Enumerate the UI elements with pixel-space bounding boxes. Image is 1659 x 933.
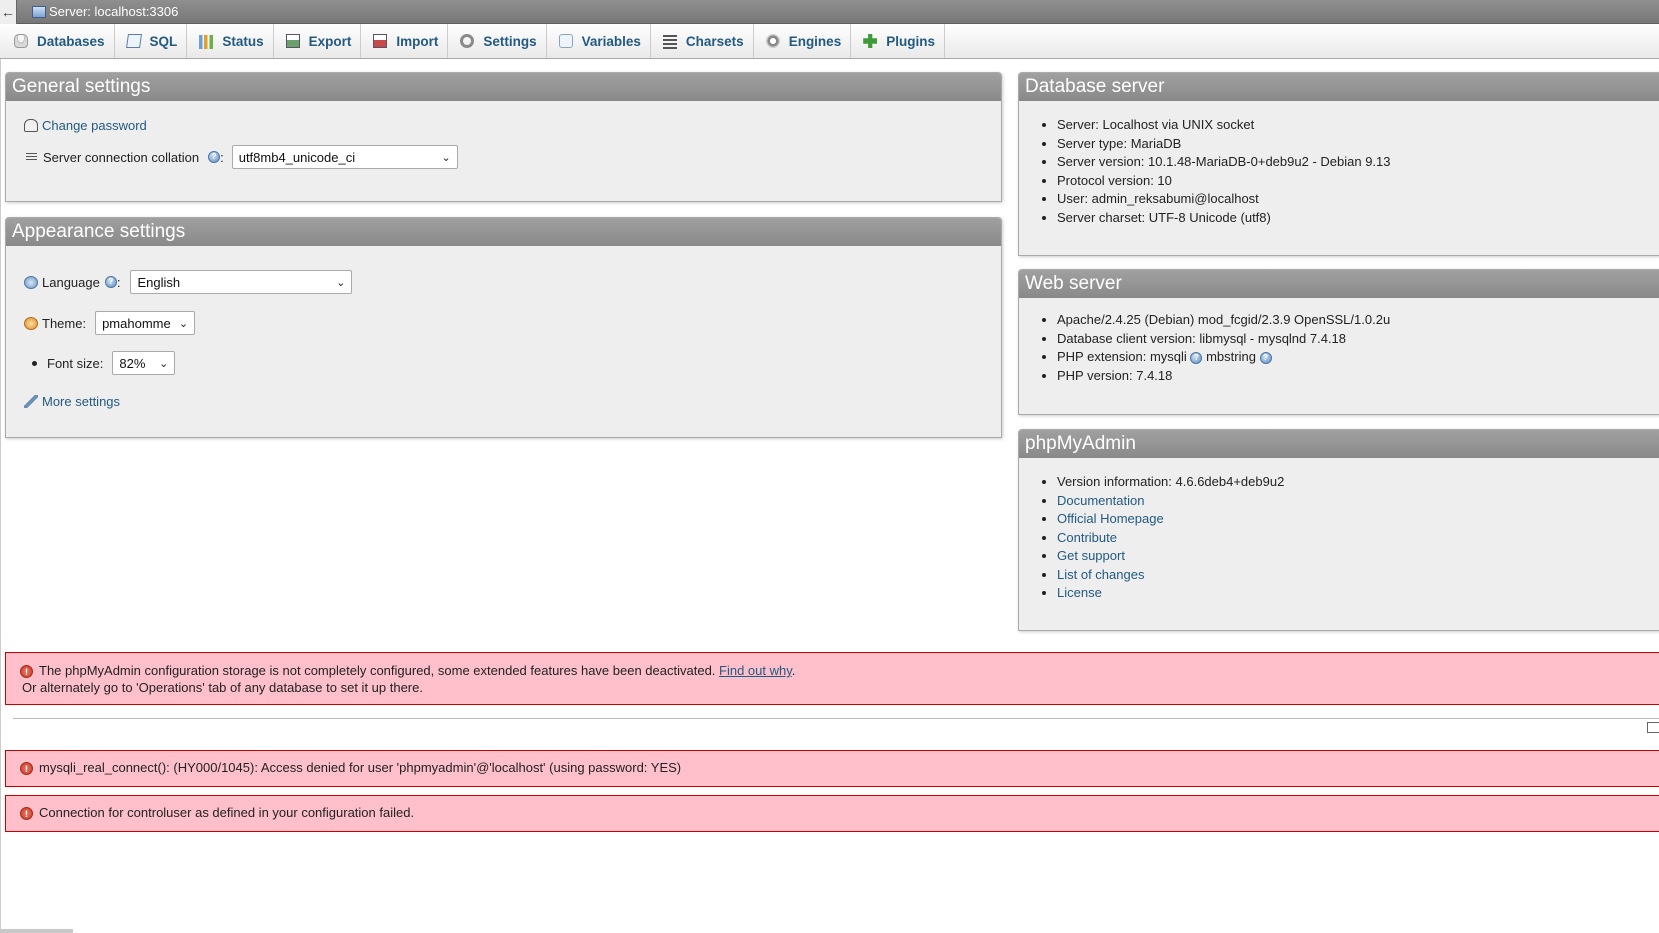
tab-status[interactable]: Status [187,24,274,58]
error-icon: ! [20,762,33,776]
language-select[interactable]: English ⌄ [130,270,353,294]
tab-export[interactable]: Export [274,24,362,58]
chevron-down-icon: ⌄ [441,151,451,164]
get-support-link[interactable]: Get support [1057,548,1125,563]
export-icon [285,34,300,48]
tab-import[interactable]: Import [361,24,449,58]
theme-icon [24,316,38,330]
horizontal-scrollbar[interactable] [0,929,73,933]
config-storage-error: ! The phpMyAdmin configuration storage is… [5,652,1659,705]
back-arrow-button[interactable]: ← [0,0,17,24]
list-item: PHP extension: mysqli ? mbstring ? [1057,348,1659,367]
variables-icon [558,34,573,48]
list-item: PHP version: 7.4.18 [1057,367,1659,386]
chevron-down-icon: ⌄ [159,357,169,370]
documentation-link[interactable]: Documentation [1057,493,1144,508]
tab-settings[interactable]: Settings [448,24,547,58]
panel-title: Web server [1019,270,1659,298]
help-icon[interactable]: ? [104,276,117,288]
panel-title: Appearance settings [6,218,1001,246]
left-border [0,59,1,933]
appearance-settings-panel: Appearance settings Language ?: English ⌄… [5,217,1002,438]
panel-title: phpMyAdmin [1019,430,1659,458]
console-toggle-icon[interactable] [1647,722,1659,733]
sql-icon [125,34,142,48]
general-settings-panel: General settings Change password Server … [5,72,1002,202]
tab-plugins[interactable]: Plugins [851,24,945,58]
tab-charsets[interactable]: Charsets [651,24,754,58]
divider [13,718,1659,719]
collation-select[interactable]: utf8mb4_unicode_ci ⌄ [231,145,458,169]
help-icon[interactable]: ? [1259,351,1272,364]
change-password-icon [24,119,38,132]
help-icon[interactable]: ? [1190,351,1203,364]
more-settings-link[interactable]: More settings [42,394,120,409]
phpmyadmin-panel: phpMyAdmin Version information: 4.6.6deb… [1018,429,1659,631]
panel-title: General settings [6,73,1001,101]
panel-title: Database server [1019,73,1659,101]
list-item: Server: Localhost via UNIX socket [1057,116,1659,135]
mysqli-error: ! mysqli_real_connect(): (HY000/1045): Ac… [5,750,1659,787]
controluser-error: ! Connection for controluser as defined i… [5,795,1659,832]
charsets-icon [662,35,677,49]
theme-label: Theme: [42,315,87,331]
breadcrumb: ← Server: localhost:3306 [0,0,1659,24]
language-label: Language [42,274,100,290]
list-item: Apache/2.4.25 (Debian) mod_fcgid/2.3.9 O… [1057,311,1659,330]
error-icon: ! [20,665,33,679]
tab-databases[interactable]: Databases [2,24,115,58]
database-server-panel: Database server Server: Localhost via UN… [1018,72,1659,256]
list-item: License [1057,584,1659,603]
wrench-icon [24,395,38,408]
list-item: Contribute [1057,529,1659,548]
plugins-icon [863,34,878,48]
theme-select[interactable]: pmahomme ⌄ [95,311,196,335]
collation-label: Server connection collation [43,149,200,165]
list-item: Get support [1057,547,1659,566]
error-icon: ! [20,807,33,821]
change-password-link[interactable]: Change password [42,118,147,133]
list-of-changes-link[interactable]: List of changes [1057,567,1144,582]
import-icon [373,34,388,48]
version-info: Version information: 4.6.6deb4+deb9u2 [1057,473,1659,492]
find-out-why-link[interactable]: Find out why [719,663,792,678]
bullet [32,360,37,366]
top-menu-tabs: Databases SQL Status Export Import Setti… [0,24,1659,59]
list-item: Database client version: libmysql - mysq… [1057,330,1659,349]
settings-icon [460,34,475,48]
chevron-down-icon: ⌄ [178,317,189,330]
list-item: User: admin_reksabumi@localhost [1057,190,1659,209]
tab-engines[interactable]: Engines [754,24,852,58]
collation-list-icon [26,152,37,162]
list-item: List of changes [1057,566,1659,585]
web-server-panel: Web server Apache/2.4.25 (Debian) mod_fc… [1018,269,1659,415]
list-item: Documentation [1057,492,1659,511]
list-item: Server charset: UTF-8 Unicode (utf8) [1057,209,1659,228]
server-icon [32,5,46,18]
language-icon [24,275,38,289]
font-size-label: Font size: [47,355,104,371]
help-icon[interactable]: ? [208,151,221,163]
status-icon [199,35,214,49]
contribute-link[interactable]: Contribute [1057,530,1117,545]
list-item: Server type: MariaDB [1057,135,1659,154]
list-item: Official Homepage [1057,510,1659,529]
engines-icon [765,34,780,48]
list-item: Server version: 10.1.48-MariaDB-0+deb9u2… [1057,153,1659,172]
breadcrumb-server[interactable]: Server: localhost:3306 [49,4,178,19]
chevron-down-icon: ⌄ [336,276,346,289]
list-item: Protocol version: 10 [1057,172,1659,191]
tab-sql[interactable]: SQL [115,24,188,58]
official-homepage-link[interactable]: Official Homepage [1057,511,1164,526]
tab-variables[interactable]: Variables [547,24,651,58]
license-link[interactable]: License [1057,585,1102,600]
config-storage-hint: Or alternately go to 'Operations' tab of… [22,680,423,695]
font-size-select[interactable]: 82% ⌄ [112,351,176,375]
database-icon [14,34,28,48]
